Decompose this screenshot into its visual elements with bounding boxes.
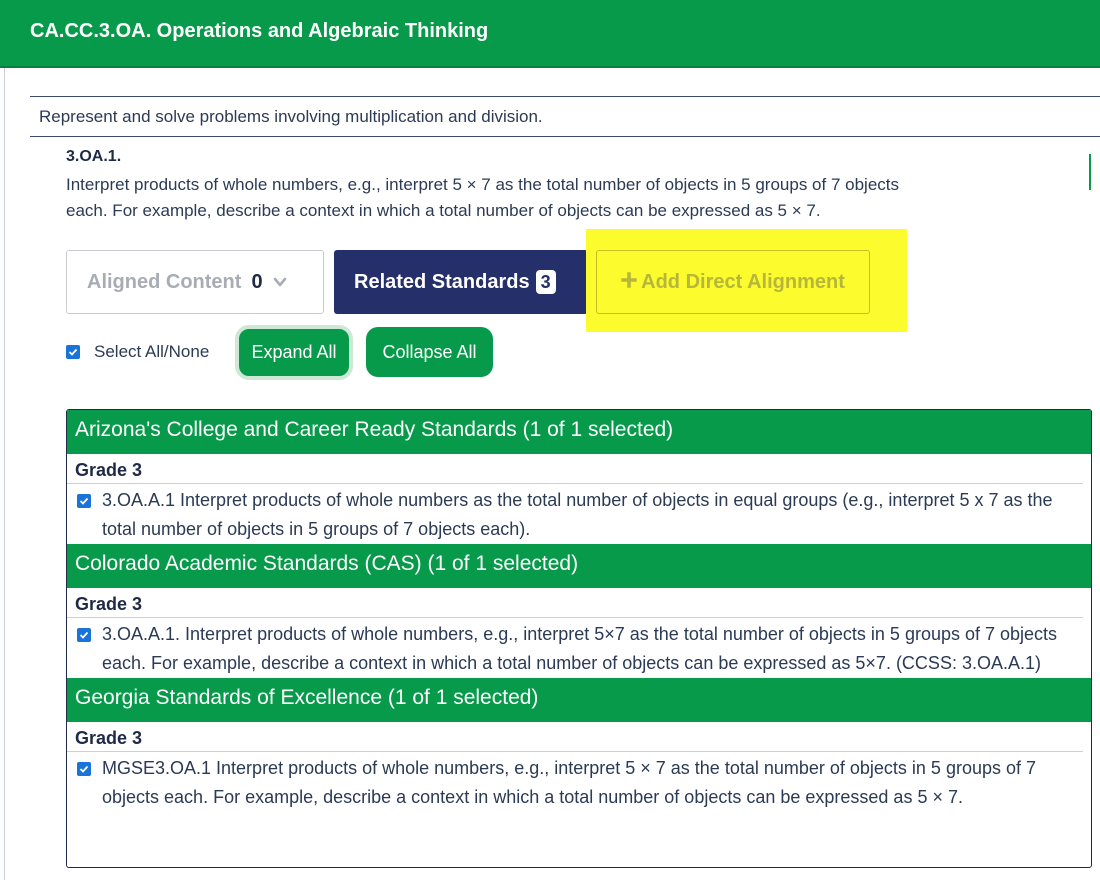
chevron-down-icon [273, 277, 286, 287]
group-header[interactable]: Arizona's College and Career Ready Stand… [67, 410, 1091, 454]
group-header[interactable]: Georgia Standards of Excellence (1 of 1 … [67, 678, 1091, 722]
select-all-checkbox[interactable] [66, 345, 80, 359]
checkmark-icon [79, 631, 89, 639]
standard-text: MGSE3.OA.1 Interpret products of whole n… [102, 758, 1037, 807]
related-standards-label: Related Standards [354, 270, 530, 293]
domain-title: CA.CC.3.OA. Operations and Algebraic Thi… [30, 20, 489, 42]
divider [30, 136, 1100, 137]
standard-code: 3.OA.1. [66, 148, 122, 165]
standards-group-georgia: Georgia Standards of Excellence (1 of 1 … [67, 678, 1091, 812]
collapse-all-button[interactable]: Collapse All [366, 327, 493, 377]
aligned-content-count: 0 [251, 270, 263, 293]
select-all-control[interactable]: Select All/None [66, 342, 209, 362]
standard-description: Interpret products of whole numbers, e.g… [66, 175, 899, 220]
add-direct-alignment-label: Add Direct Alignment [641, 270, 845, 293]
standard-text: 3.OA.A.1 Interpret products of whole num… [102, 490, 1053, 539]
grade-label: Grade 3 [67, 588, 1083, 618]
expand-all-button[interactable]: Expand All [235, 325, 353, 380]
related-standards-button[interactable]: Related Standards 3 [334, 250, 588, 314]
divider [30, 96, 1100, 97]
cluster-heading: Represent and solve problems involving m… [39, 107, 543, 126]
list-item: 3.OA.A.1. Interpret products of whole nu… [67, 618, 1091, 678]
add-direct-alignment-button[interactable]: Add Direct Alignment [596, 250, 870, 314]
list-item: MGSE3.OA.1 Interpret products of whole n… [67, 752, 1091, 812]
domain-header: CA.CC.3.OA. Operations and Algebraic Thi… [0, 0, 1100, 68]
group-header[interactable]: Colorado Academic Standards (CAS) (1 of … [67, 544, 1091, 588]
aligned-content-label: Aligned Content [87, 270, 242, 293]
checkmark-icon [79, 497, 89, 505]
aligned-content-button[interactable]: Aligned Content 0 [66, 250, 324, 314]
standard-checkbox[interactable] [77, 762, 91, 776]
standard-checkbox[interactable] [77, 628, 91, 642]
standards-group-arizona: Arizona's College and Career Ready Stand… [67, 410, 1091, 544]
standards-group-colorado: Colorado Academic Standards (CAS) (1 of … [67, 544, 1091, 678]
checkmark-icon [79, 765, 89, 773]
related-standards-count-badge: 3 [535, 270, 556, 294]
standard-text: 3.OA.A.1. Interpret products of whole nu… [102, 624, 1058, 673]
grade-label: Grade 3 [67, 722, 1083, 752]
related-standards-panel: Arizona's College and Career Ready Stand… [66, 409, 1092, 868]
standard-checkbox[interactable] [77, 494, 91, 508]
select-all-label: Select All/None [94, 342, 210, 361]
scroll-accent [1089, 154, 1091, 190]
plus-icon [621, 271, 637, 294]
checkmark-icon [68, 348, 78, 356]
list-item: 3.OA.A.1 Interpret products of whole num… [67, 484, 1091, 544]
grade-label: Grade 3 [67, 454, 1083, 484]
